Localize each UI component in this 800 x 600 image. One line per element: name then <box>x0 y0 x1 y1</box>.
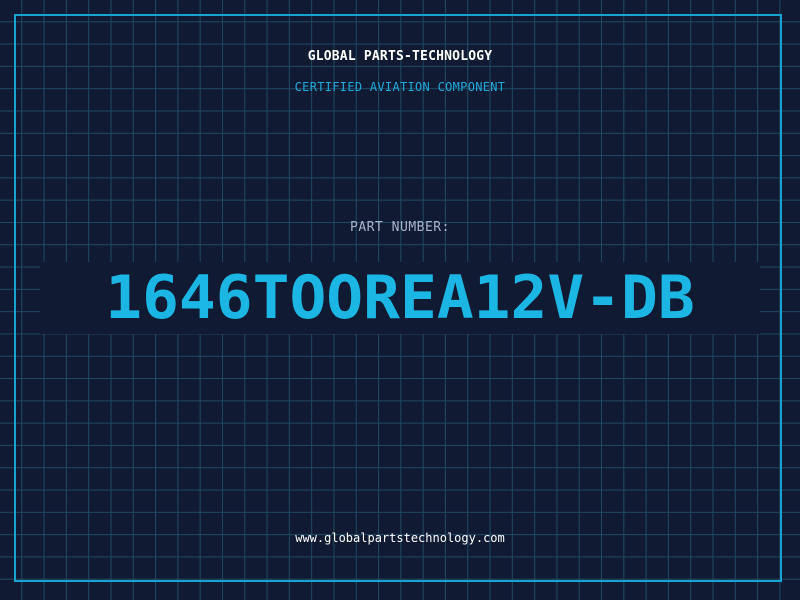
part-number-label: PART NUMBER: <box>350 220 450 235</box>
part-number-panel: 1646TOOREA12V-DB <box>40 262 760 334</box>
brand-name: GLOBAL PARTS-TECHNOLOGY <box>307 49 493 64</box>
website-url: www.globalpartstechnology.com <box>295 531 505 545</box>
brand-tagline: CERTIFIED AVIATION COMPONENT <box>294 80 506 94</box>
part-number-value: 1646TOOREA12V-DB <box>105 263 695 333</box>
